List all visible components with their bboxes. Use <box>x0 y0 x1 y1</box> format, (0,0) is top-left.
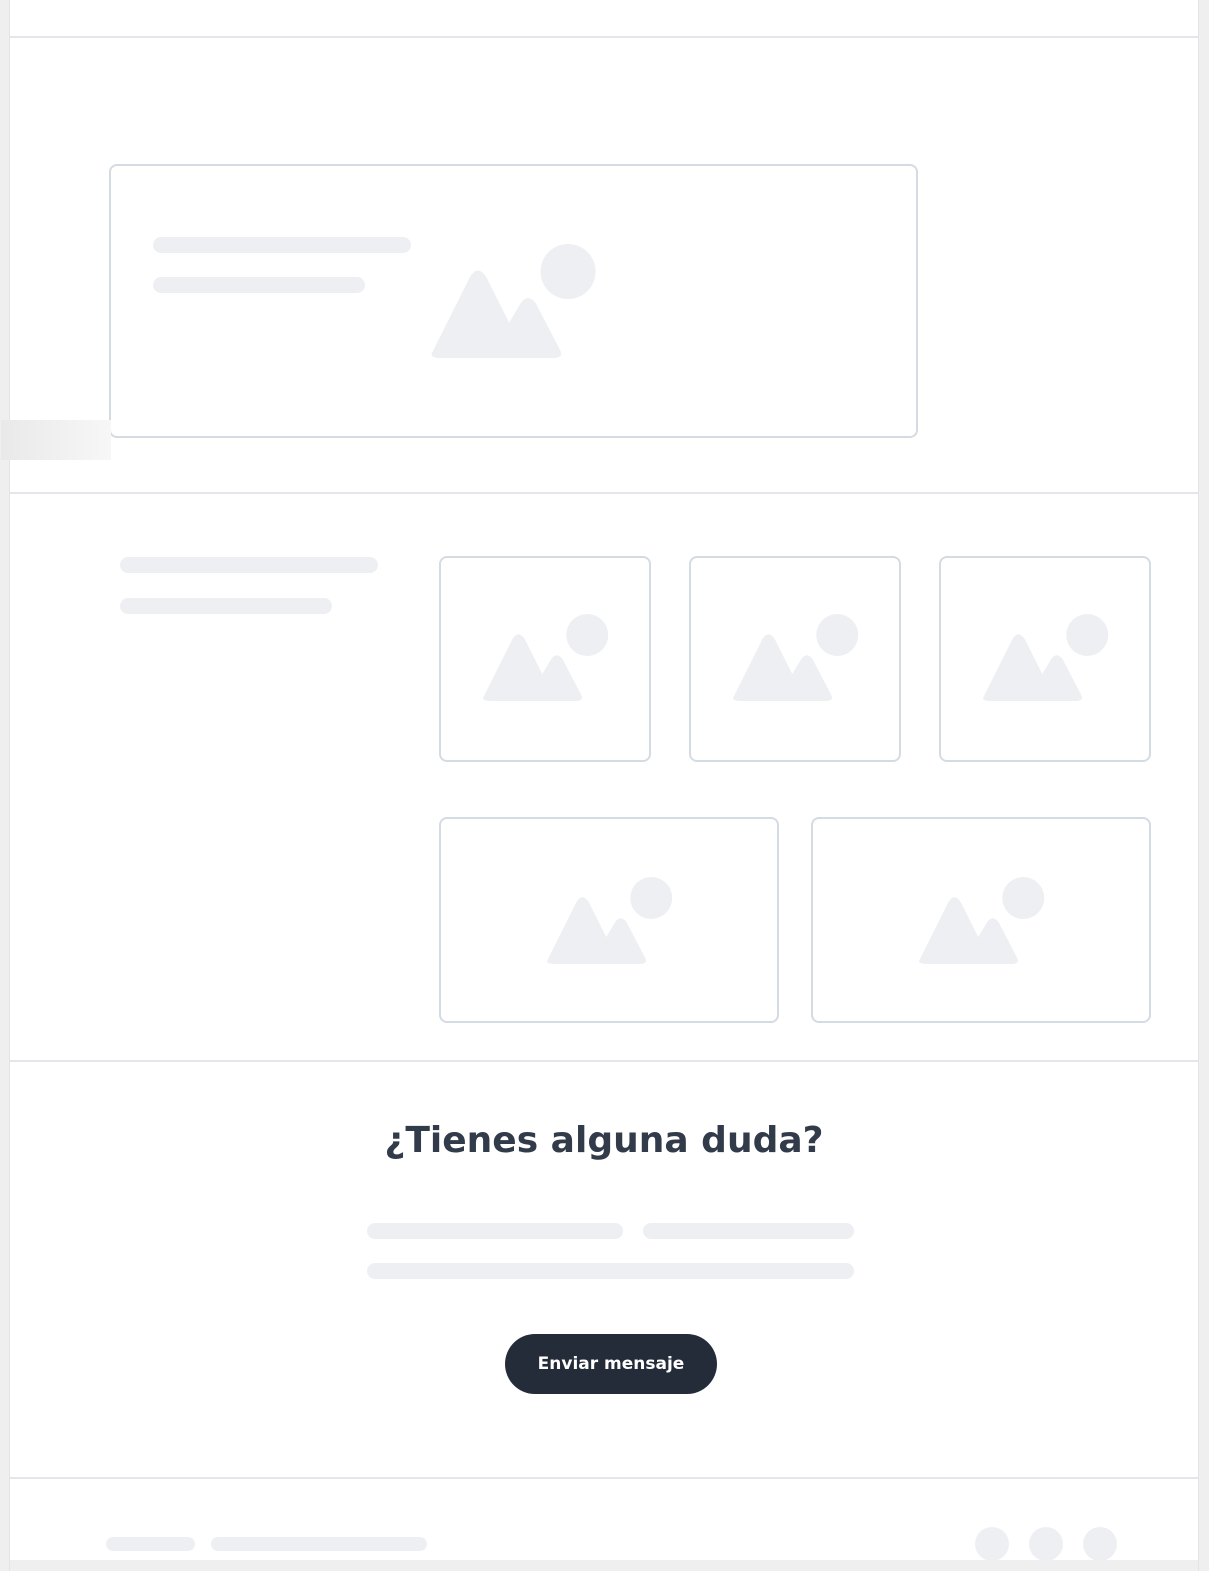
image-placeholder-icon <box>917 877 1047 967</box>
image-placeholder-icon <box>545 877 675 967</box>
gallery-card-2 <box>689 556 901 762</box>
image-placeholder-icon <box>981 614 1111 704</box>
gallery-card-5 <box>811 817 1151 1023</box>
gallery-card-4 <box>439 817 779 1023</box>
social-icon-1[interactable] <box>975 1527 1009 1561</box>
footer-divider <box>10 1477 1198 1479</box>
gallery-card-1 <box>439 556 651 762</box>
contact-text-line-2 <box>367 1263 854 1279</box>
gallery-text-line-2 <box>120 598 332 614</box>
bottom-edge <box>10 1560 1198 1571</box>
send-message-button[interactable]: Enviar mensaje <box>505 1334 717 1394</box>
gallery-card-3 <box>939 556 1151 762</box>
page-frame: ¿Tienes alguna duda? Enviar mensaje <box>1 0 1199 1571</box>
contact-text-line-1b <box>643 1223 854 1239</box>
contact-heading: ¿Tienes alguna duda? <box>384 1120 824 1161</box>
gallery-text-line-1 <box>120 557 378 573</box>
contact-text-line-1a <box>367 1223 623 1239</box>
social-icon-3[interactable] <box>1083 1527 1117 1561</box>
section-divider-2 <box>10 1060 1198 1062</box>
footer-text-line-2 <box>211 1537 427 1551</box>
header-divider <box>10 36 1198 38</box>
hero-text-line-1 <box>153 237 411 253</box>
image-placeholder-icon <box>429 244 599 362</box>
side-shadow <box>1 420 111 460</box>
image-placeholder-icon <box>731 614 861 704</box>
image-placeholder-icon <box>481 614 611 704</box>
social-icon-2[interactable] <box>1029 1527 1063 1561</box>
hero-text-line-2 <box>153 277 365 293</box>
footer-text-line-1 <box>106 1537 195 1551</box>
section-divider-1 <box>10 492 1198 494</box>
hero-card <box>109 164 918 438</box>
